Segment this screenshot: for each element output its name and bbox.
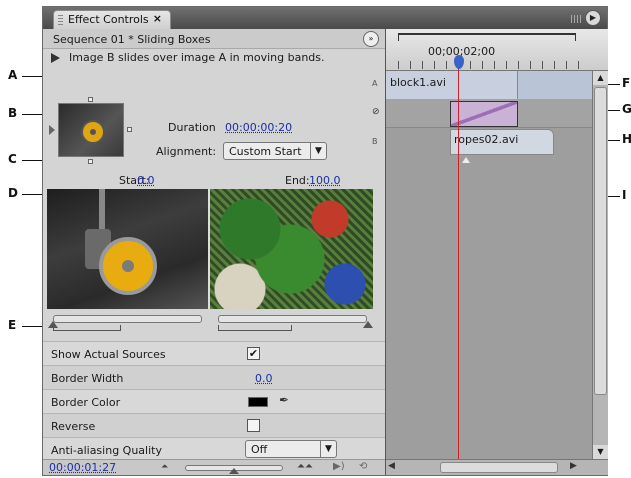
property-row-reverse: Reverse xyxy=(43,413,385,437)
start-slider-bracket xyxy=(53,325,121,331)
callout-e: E xyxy=(8,318,17,332)
zoom-slider-handle[interactable] xyxy=(229,468,239,474)
loop-icon[interactable]: ⟲ xyxy=(359,461,367,472)
duration-label: Duration xyxy=(168,121,216,134)
alignment-value: Custom Start xyxy=(229,145,302,158)
panel-tab-bar: Effect Controls × ▶ xyxy=(43,7,607,29)
scroll-left-icon[interactable]: ◀ xyxy=(388,461,395,471)
edge-selector-east[interactable] xyxy=(127,127,132,132)
scroll-right-icon[interactable]: ▶ xyxy=(570,461,577,471)
timeline-pane: 00;00;02;00 block1.avi A ⊘ ropes02.avi B… xyxy=(372,29,608,475)
callout-a: A xyxy=(8,68,18,82)
end-value[interactable]: 100.0 xyxy=(309,174,341,187)
callout-g: G xyxy=(622,102,631,116)
transition-icon: ⊘ xyxy=(372,107,380,117)
time-ruler[interactable]: 00;00;02;00 xyxy=(386,29,608,71)
preview-end-image xyxy=(210,189,373,309)
border-width-value[interactable]: 0.0 xyxy=(255,372,273,385)
edge-selector-south[interactable] xyxy=(88,159,93,164)
show-timeline-button[interactable]: » xyxy=(363,31,379,47)
start-value[interactable]: 0.0 xyxy=(137,174,155,187)
start-slider[interactable] xyxy=(53,315,202,323)
track-a-letter: A xyxy=(372,79,378,88)
effect-settings-pane: Sequence 01 * Sliding Boxes » Image B sl… xyxy=(43,29,385,475)
property-label: Reverse xyxy=(51,420,96,433)
clip-b-label: ropes02.avi xyxy=(454,133,519,146)
property-row-border-width: Border Width 0.0 xyxy=(43,365,385,389)
ruler-work-area xyxy=(398,33,576,41)
horizontal-scrollbar[interactable]: ◀ ▶ xyxy=(386,459,608,475)
zoom-out-icon[interactable]: ⏶ xyxy=(161,462,168,472)
alignment-label: Alignment: xyxy=(156,145,217,158)
anti-aliasing-select[interactable]: Off ▼ xyxy=(245,440,337,458)
alignment-select[interactable]: Custom Start ▼ xyxy=(223,142,327,160)
callout-b: B xyxy=(8,106,18,120)
eyedropper-icon[interactable]: ✒ xyxy=(279,393,289,407)
callout-h: H xyxy=(622,132,631,146)
track-b-letter: B xyxy=(372,137,378,146)
play-audio-icon[interactable]: ▶) xyxy=(333,461,345,472)
sequence-header: Sequence 01 * Sliding Boxes » xyxy=(43,29,385,49)
effect-controls-panel: Effect Controls × ▶ Sequence 01 * Slidin… xyxy=(42,6,608,476)
playhead-line xyxy=(458,69,459,459)
tab-effect-controls[interactable]: Effect Controls × xyxy=(53,10,171,29)
scroll-down-icon[interactable]: ▼ xyxy=(593,445,608,459)
show-actual-sources-checkbox[interactable]: ✔ xyxy=(247,347,260,360)
property-label: Show Actual Sources xyxy=(51,348,166,361)
callout-d: D xyxy=(8,186,18,200)
preview-start-image xyxy=(47,189,208,309)
transition-description: Image B slides over image A in moving ba… xyxy=(69,51,325,64)
preview-a-hub xyxy=(122,260,134,272)
edge-selector-north[interactable] xyxy=(88,97,93,102)
vertical-scrollbar[interactable]: ▲ ▼ xyxy=(592,71,608,459)
end-label: End: xyxy=(285,174,310,187)
properties-list: Show Actual Sources ✔ Border Width 0.0 B… xyxy=(43,341,385,461)
thumbnail-hub xyxy=(90,129,96,135)
status-bar: 00:00:01:27 ⏶ ⏶⏶ ▶) ⟲ xyxy=(43,459,385,475)
chevron-down-icon: ▼ xyxy=(310,142,326,160)
property-row-show-actual-sources: Show Actual Sources ✔ xyxy=(43,341,385,365)
end-slider[interactable] xyxy=(218,315,367,323)
property-row-anti-aliasing: Anti-aliasing Quality Off ▼ xyxy=(43,437,385,461)
end-slider-handle[interactable] xyxy=(363,321,373,328)
panel-menu-icon[interactable]: ▶ xyxy=(585,10,601,26)
callout-f: F xyxy=(622,76,631,90)
property-row-border-color: Border Color ✒ xyxy=(43,389,385,413)
property-label: Border Color xyxy=(51,396,121,409)
chevron-down-icon: ▼ xyxy=(320,440,336,458)
close-icon[interactable]: × xyxy=(153,12,162,25)
anti-aliasing-value: Off xyxy=(251,443,268,456)
end-slider-bracket xyxy=(218,325,292,331)
reverse-checkbox[interactable] xyxy=(247,419,260,432)
transition-clip[interactable] xyxy=(450,101,518,127)
duration-value[interactable]: 00:00:00:20 xyxy=(225,121,292,134)
edge-selector-west[interactable] xyxy=(49,125,55,135)
grip-icon xyxy=(571,15,581,23)
property-label: Border Width xyxy=(51,372,124,385)
clip-edge-marker xyxy=(462,157,470,163)
callout-c: C xyxy=(8,152,17,166)
play-transition-icon[interactable] xyxy=(51,53,60,63)
horizontal-scroll-thumb[interactable] xyxy=(440,462,558,473)
callout-i: I xyxy=(622,188,627,202)
grip-icon xyxy=(58,15,63,25)
tab-label: Effect Controls xyxy=(68,13,149,26)
property-label: Anti-aliasing Quality xyxy=(51,444,162,457)
ruler-ticks xyxy=(398,61,588,69)
border-color-swatch[interactable] xyxy=(248,397,268,407)
sequence-title: Sequence 01 * Sliding Boxes xyxy=(53,33,211,46)
transition-thumbnail xyxy=(58,103,124,157)
zoom-in-icon[interactable]: ⏶⏶ xyxy=(297,461,313,472)
vertical-scroll-thumb[interactable] xyxy=(594,87,607,395)
clip-a-label: block1.avi xyxy=(390,76,446,89)
current-time[interactable]: 00:00:01:27 xyxy=(49,461,116,474)
scroll-up-icon[interactable]: ▲ xyxy=(593,71,608,85)
